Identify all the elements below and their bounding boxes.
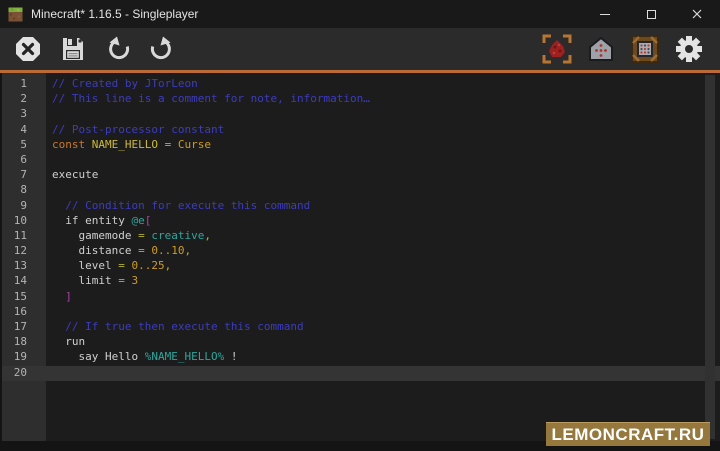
- line-number: 6: [2, 153, 46, 168]
- save-icon: [61, 36, 85, 62]
- code-line-12[interactable]: distance = 0..10,: [46, 244, 720, 259]
- save-button[interactable]: [57, 33, 89, 65]
- grass-block-icon: [8, 7, 23, 22]
- toolbar: [0, 28, 720, 70]
- code-line-15[interactable]: ]: [46, 290, 720, 305]
- line-number: 9: [2, 199, 46, 214]
- settings-button[interactable]: [673, 33, 705, 65]
- code-editor[interactable]: 1234567891011121314151617181920 // Creat…: [0, 73, 720, 441]
- undo-icon: [106, 36, 132, 62]
- code-line-14[interactable]: limit = 3: [46, 274, 720, 289]
- line-number: 14: [2, 274, 46, 289]
- code-line-16[interactable]: [46, 305, 720, 320]
- line-number: 12: [2, 244, 46, 259]
- app-window: Minecraft* 1.16.5 - Singleplayer: [0, 0, 720, 451]
- line-number: 13: [2, 259, 46, 274]
- line-number: 15: [2, 290, 46, 305]
- line-number: 17: [2, 320, 46, 335]
- titlebar[interactable]: Minecraft* 1.16.5 - Singleplayer: [0, 0, 720, 28]
- cancel-icon: [14, 35, 42, 63]
- code-area[interactable]: // Created by JTorLeon// This line is a …: [46, 73, 720, 441]
- line-number: 19: [2, 350, 46, 365]
- code-line-20[interactable]: [46, 366, 720, 381]
- line-number: 3: [2, 107, 46, 122]
- line-number: 1: [2, 77, 46, 92]
- code-line-4[interactable]: // Post-processor constant: [46, 123, 720, 138]
- code-line-5[interactable]: const NAME_HELLO = Curse: [46, 138, 720, 153]
- undo-button[interactable]: [103, 33, 135, 65]
- line-number: 2: [2, 92, 46, 107]
- close-button[interactable]: [674, 0, 720, 28]
- code-line-8[interactable]: [46, 183, 720, 198]
- line-number: 11: [2, 229, 46, 244]
- line-number: 4: [2, 123, 46, 138]
- code-line-11[interactable]: gamemode = creative,: [46, 229, 720, 244]
- maximize-icon: [647, 10, 656, 19]
- line-number: 18: [2, 335, 46, 350]
- entity-spawner-icon: [588, 36, 614, 62]
- line-number: 20: [2, 366, 46, 381]
- code-line-9[interactable]: // Condition for execute this command: [46, 199, 720, 214]
- code-line-13[interactable]: level = 0..25,: [46, 259, 720, 274]
- maximize-button[interactable]: [628, 0, 674, 28]
- window-controls: [582, 0, 720, 28]
- redstone-circuit-icon: [631, 35, 659, 63]
- code-line-19[interactable]: say Hello %NAME_HELLO% !: [46, 350, 720, 365]
- line-number: 8: [2, 183, 46, 198]
- code-line-10[interactable]: if entity @e[: [46, 214, 720, 229]
- line-number: 16: [2, 305, 46, 320]
- gear-icon: [675, 35, 703, 63]
- redstone-target-button[interactable]: [541, 33, 573, 65]
- cancel-button[interactable]: [12, 33, 44, 65]
- minimize-button[interactable]: [582, 0, 628, 28]
- redo-icon: [148, 36, 174, 62]
- line-number: 7: [2, 168, 46, 183]
- window-title: Minecraft* 1.16.5 - Singleplayer: [31, 7, 198, 21]
- close-icon: [692, 9, 702, 19]
- code-line-3[interactable]: [46, 107, 720, 122]
- code-line-6[interactable]: [46, 153, 720, 168]
- code-line-2[interactable]: // This line is a comment for note, info…: [46, 92, 720, 107]
- code-line-7[interactable]: execute: [46, 168, 720, 183]
- line-number-gutter: 1234567891011121314151617181920: [0, 73, 46, 441]
- redstone-circuit-button[interactable]: [629, 33, 661, 65]
- redo-button[interactable]: [145, 33, 177, 65]
- minimize-icon: [600, 14, 610, 15]
- watermark-banner: LEMONCRAFT.RU: [546, 422, 710, 446]
- line-number: 10: [2, 214, 46, 229]
- line-number: 5: [2, 138, 46, 153]
- code-line-17[interactable]: // If true then execute this command: [46, 320, 720, 335]
- editor-scrollbar[interactable]: [705, 75, 715, 439]
- code-line-18[interactable]: run: [46, 335, 720, 350]
- entity-spawner-button[interactable]: [585, 33, 617, 65]
- redstone-target-icon: [542, 34, 572, 64]
- code-line-1[interactable]: // Created by JTorLeon: [46, 77, 720, 92]
